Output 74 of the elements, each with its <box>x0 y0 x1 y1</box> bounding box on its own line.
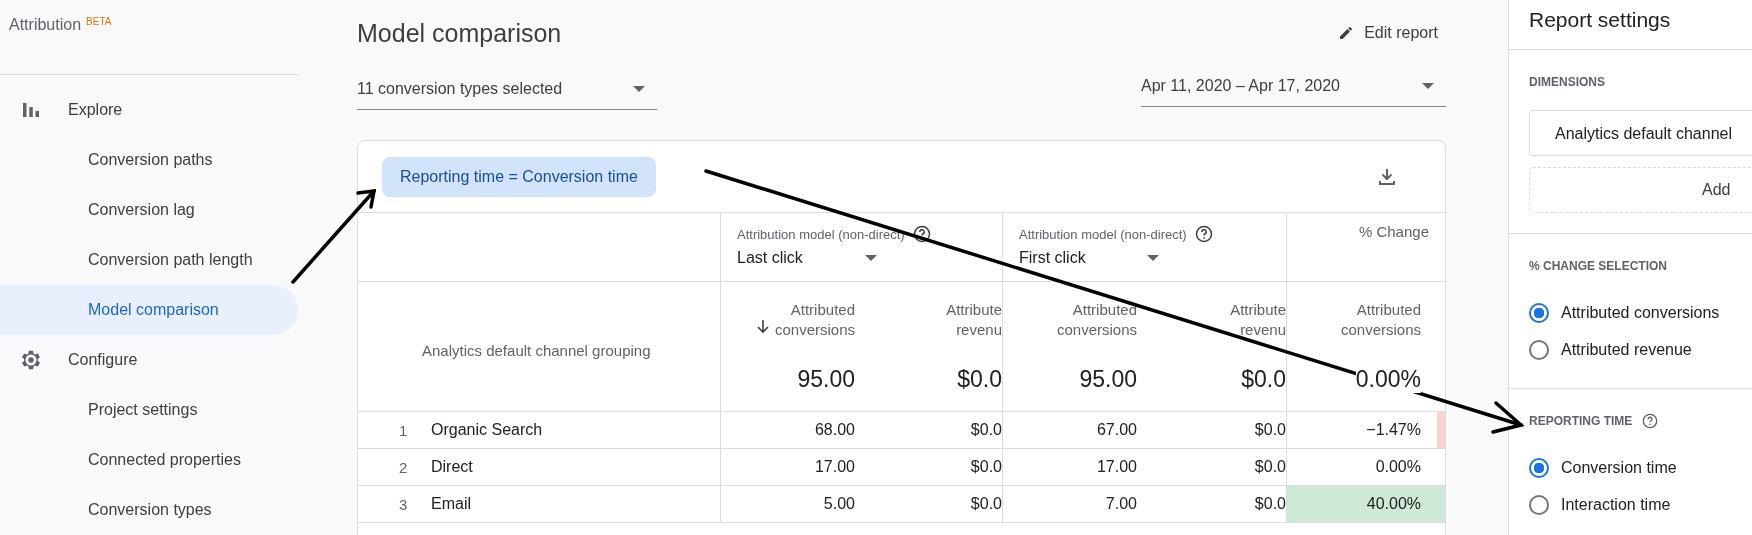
date-range-dropdown[interactable]: Apr 11, 2020 – Apr 17, 2020 <box>1141 63 1446 107</box>
arrow-down-icon[interactable] <box>756 320 769 334</box>
nav-section[interactable]: Explore <box>0 85 298 135</box>
table-cell: 17.00 <box>814 458 855 476</box>
model-dropdown[interactable]: Last click <box>737 249 877 267</box>
table-cell: 68.00 <box>814 421 855 439</box>
nav-item[interactable]: Project settings <box>0 385 298 435</box>
table-cell: $0.0 <box>970 421 1002 439</box>
table-cell: Email <box>431 495 471 513</box>
caret-icon <box>865 255 877 261</box>
radio-button[interactable] <box>1529 457 1549 478</box>
nav-item[interactable]: Conversion path length <box>0 235 298 285</box>
row-number: 3 <box>399 495 409 513</box>
table-cell: Organic Search <box>431 421 543 439</box>
bar-chart-icon <box>20 101 42 119</box>
table-cell: 67.00 <box>1096 421 1137 439</box>
nav-item[interactable]: Conversion types <box>0 485 298 535</box>
radio-button[interactable] <box>1529 494 1549 515</box>
dimension-field[interactable]: Analytics default channel <box>1529 110 1752 156</box>
section-heading: DIMENSIONS <box>1529 75 1605 89</box>
caret-icon <box>1147 255 1159 261</box>
add-button[interactable]: Add <box>1529 167 1752 213</box>
page-title: Model comparison <box>357 18 562 48</box>
radio-option[interactable]: Attributed conversions <box>1529 294 1752 331</box>
table-cell: $0.0 <box>970 495 1002 513</box>
table-cell: 40.00% <box>1366 495 1421 513</box>
caret-icon <box>633 85 645 92</box>
column-heading[interactable]: Attribute revenu <box>946 300 1002 340</box>
column-caption: Attribution model (non-direct) <box>737 226 905 242</box>
table-cell: 7.00 <box>1105 495 1137 513</box>
column-heading[interactable]: Attributed conversions <box>1056 300 1137 340</box>
column-heading[interactable]: Attributed conversions <box>1340 300 1421 340</box>
table-cell: Direct <box>431 458 473 476</box>
row-number: 2 <box>399 458 409 476</box>
table-cell: $0.0 <box>1254 421 1286 439</box>
pencil-icon <box>1338 25 1355 41</box>
row-number: 1 <box>399 421 409 439</box>
help-icon[interactable] <box>1194 225 1213 243</box>
radio-option[interactable]: Conversion time <box>1529 449 1752 486</box>
panel-title: Report settings <box>1509 0 1752 50</box>
edit-report-button[interactable]: Edit report <box>1328 18 1448 48</box>
section-heading: % CHANGE SELECTION <box>1529 259 1667 273</box>
section-heading: REPORTING TIME <box>1529 414 1633 428</box>
nav-item[interactable]: Connected properties <box>0 435 298 485</box>
filter-chip[interactable]: Reporting time = Conversion time <box>382 156 656 197</box>
beta-label: BETA <box>86 16 112 27</box>
column-heading[interactable]: Attribute revenu <box>1230 300 1286 340</box>
column-heading[interactable]: Attributed conversions <box>774 300 855 340</box>
radio-option[interactable]: Interaction time <box>1529 486 1752 523</box>
column-heading: % Change <box>1358 223 1429 240</box>
radio-option[interactable]: Attributed revenue <box>1529 331 1752 368</box>
help-icon[interactable] <box>1642 413 1659 429</box>
nav-section[interactable]: Configure <box>0 335 298 385</box>
table-cell: $0.0 <box>970 458 1002 476</box>
column-caption: Attribution model (non-direct) <box>1019 226 1187 242</box>
help-icon[interactable] <box>912 225 931 243</box>
download-icon[interactable] <box>1377 166 1397 187</box>
app-title: Attribution <box>9 16 82 34</box>
nav-item[interactable]: Conversion lag <box>0 185 298 235</box>
radio-button[interactable] <box>1529 302 1549 323</box>
conversion-types-dropdown[interactable]: 11 conversion types selected <box>357 66 657 110</box>
column-heading: Analytics default channel grouping <box>422 342 651 359</box>
table-cell: 5.00 <box>823 495 855 513</box>
nav-item[interactable]: Conversion paths <box>0 135 298 185</box>
settings-icon <box>20 348 42 372</box>
nav-item[interactable]: Model comparison <box>0 285 298 335</box>
table-cell: −1.47% <box>1366 421 1421 439</box>
caret-icon <box>1422 82 1434 89</box>
table-cell: $0.0 <box>1254 495 1286 513</box>
radio-button[interactable] <box>1529 339 1549 360</box>
table-cell: 0.00% <box>1375 458 1421 476</box>
table-cell: $0.0 <box>1254 458 1286 476</box>
table-cell: 17.00 <box>1096 458 1137 476</box>
model-dropdown[interactable]: First click <box>1019 249 1159 267</box>
